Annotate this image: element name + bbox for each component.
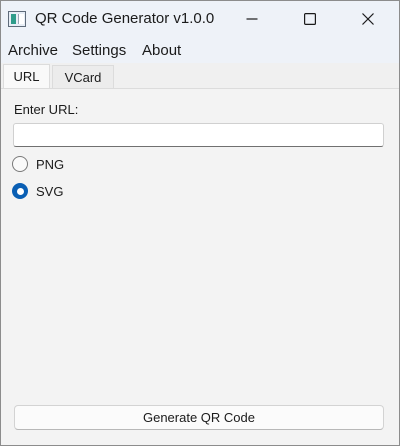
radio-label-svg: SVG [36, 183, 64, 199]
tab-bar: URL VCard [1, 63, 399, 89]
minimize-icon [246, 18, 258, 20]
url-label: Enter URL: [14, 102, 79, 117]
app-icon [8, 11, 26, 27]
tab-vcard[interactable]: VCard [52, 65, 114, 88]
tab-url[interactable]: URL [3, 64, 50, 88]
radio-svg[interactable] [12, 183, 28, 199]
radio-option-svg[interactable]: SVG [12, 182, 63, 200]
menu-bar: Archive Settings About [1, 37, 399, 63]
generate-qr-button[interactable]: Generate QR Code [14, 405, 384, 430]
minimize-button[interactable] [229, 1, 275, 37]
close-icon [362, 13, 374, 25]
window-title: QR Code Generator v1.0.0 [35, 10, 215, 27]
app-window: QR Code Generator v1.0.0 Archive Setting… [0, 0, 400, 446]
menu-settings[interactable]: Settings [72, 42, 126, 59]
radio-option-png[interactable]: PNG [12, 155, 64, 173]
close-button[interactable] [345, 1, 391, 37]
radio-png[interactable] [12, 156, 28, 172]
maximize-icon [304, 13, 316, 25]
maximize-button[interactable] [287, 1, 333, 37]
url-input[interactable] [13, 123, 384, 147]
menu-archive[interactable]: Archive [8, 42, 58, 59]
menu-about[interactable]: About [142, 42, 181, 59]
radio-label-png: PNG [36, 156, 65, 172]
title-bar[interactable]: QR Code Generator v1.0.0 [1, 1, 399, 37]
